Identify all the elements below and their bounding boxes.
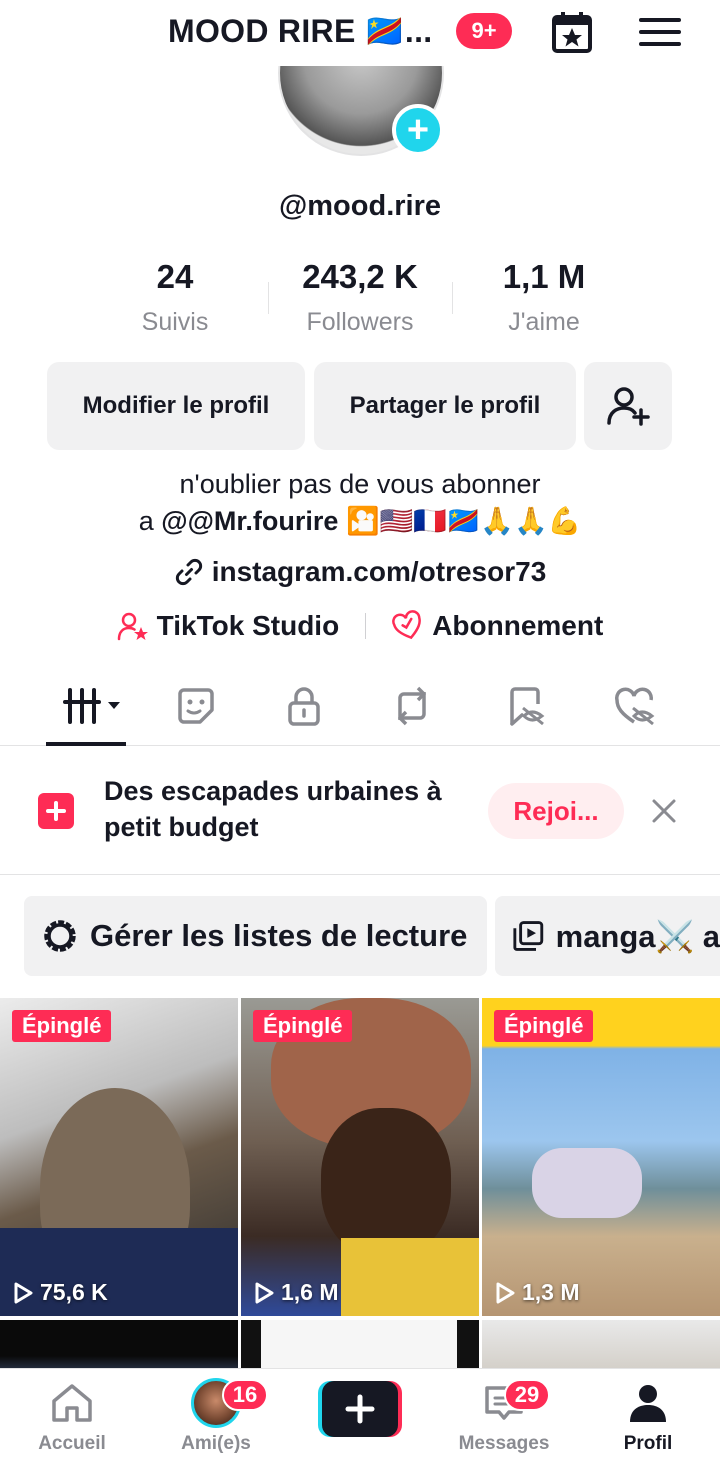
notification-badge[interactable]: 9+ (456, 13, 512, 49)
studio-user-star-icon (117, 612, 148, 641)
nav-home-label: Accueil (38, 1433, 106, 1454)
home-icon (52, 1384, 92, 1422)
account-switcher-title[interactable]: MOOD RIRE 🇨🇩... (168, 12, 433, 50)
thumbnail-shirt (341, 1238, 479, 1316)
top-bar: MOOD RIRE 🇨🇩... 9+ (0, 0, 720, 66)
likes-count: 1,1 M (502, 258, 586, 295)
add-user-icon (607, 387, 650, 426)
followers-count: 243,2 K (302, 258, 418, 295)
video-thumbnail[interactable]: Épinglé 1,3 M (482, 998, 720, 1316)
create-plus-button[interactable] (318, 1381, 402, 1437)
nav-home[interactable]: Accueil (12, 1379, 132, 1455)
bio-line-2: a @@Mr.fourire 🎦🇺🇸🇫🇷🇨🇩🙏🙏💪 (0, 503, 720, 540)
profile-link[interactable]: instagram.com/otresor73 (0, 556, 720, 588)
menu-icon[interactable] (636, 8, 684, 56)
bookmark-hidden-tab-icon[interactable] (504, 684, 548, 728)
bio-prefix: a (138, 506, 162, 536)
following-count: 24 (156, 258, 194, 295)
active-tab-indicator (46, 742, 126, 746)
pinned-badge: Épinglé (253, 1010, 353, 1042)
nav-profile-label: Profil (623, 1433, 673, 1454)
stat-followers[interactable]: 243,2 K Followers (260, 258, 460, 337)
play-icon (14, 1282, 33, 1303)
view-count-value: 75,6 K (40, 1279, 108, 1305)
divider (365, 613, 367, 639)
friends-badge: 16 (222, 1379, 268, 1411)
creator-tools-row: TikTok Studio Abonnement (0, 610, 720, 642)
bottom-navigation: Accueil 16 Ami(e)s 29 Messages Profil (0, 1368, 720, 1462)
bio-emojis: 🎦🇺🇸🇫🇷🇨🇩🙏🙏💪 (338, 506, 582, 536)
gear-icon (44, 920, 76, 952)
community-plus-icon (38, 793, 74, 829)
community-promo-banner: Des escapades urbaines à petit budget Re… (0, 747, 720, 875)
calendar-star-icon[interactable] (548, 8, 596, 56)
close-icon[interactable] (650, 797, 678, 825)
lock-tab-icon[interactable] (282, 684, 326, 728)
stat-following[interactable]: 24 Suivis (75, 258, 275, 337)
view-count: 75,6 K (12, 1279, 108, 1306)
subscription-label: Abonnement (432, 610, 604, 641)
tiktok-studio-label: TikTok Studio (156, 610, 340, 641)
nav-messages-label: Messages (458, 1433, 550, 1454)
view-count: 1,6 M (253, 1279, 339, 1306)
playlist-icon (513, 921, 544, 951)
pinned-badge: Épinglé (12, 1010, 112, 1042)
bio-line-1: n'oublier pas de vous abonner (179, 469, 541, 499)
thumbnail-face (321, 1108, 451, 1258)
link-icon (175, 558, 202, 586)
edit-profile-button[interactable]: Modifier le profil (47, 362, 305, 450)
view-count-value: 1,3 M (522, 1279, 580, 1305)
add-avatar-plus-icon[interactable]: + (392, 104, 444, 156)
likes-label: J'aime (508, 308, 580, 336)
stat-likes[interactable]: 1,1 M J'aime (444, 258, 644, 337)
messages-badge: 29 (504, 1379, 550, 1411)
video-thumbnail[interactable]: Épinglé 75,6 K (0, 998, 238, 1316)
play-icon (496, 1282, 515, 1303)
nav-friends-label: Ami(e)s (181, 1433, 251, 1454)
liked-hidden-tab-icon[interactable] (612, 684, 656, 728)
add-friend-button[interactable] (584, 362, 672, 450)
subscription-link[interactable]: Abonnement (392, 610, 603, 642)
video-thumbnail[interactable]: Épinglé 1,6 M (241, 998, 479, 1316)
bio-mention[interactable]: @@Mr.fourire (161, 506, 338, 536)
sticker-tab-icon[interactable] (174, 684, 218, 728)
nav-friends[interactable]: 16 Ami(e)s (156, 1378, 276, 1455)
playlist-label: manga⚔️ a (555, 918, 720, 954)
share-profile-button[interactable]: Partager le profil (314, 362, 576, 450)
profile-link-text: instagram.com/otresor73 (211, 556, 547, 587)
subscription-heart-icon (392, 610, 422, 640)
videos-grid-tab-icon[interactable] (62, 684, 126, 728)
profile-icon (630, 1385, 666, 1422)
manage-playlists-button[interactable]: Gérer les listes de lecture (24, 896, 487, 976)
following-label: Suivis (141, 308, 209, 336)
nav-profile[interactable]: Profil (588, 1379, 708, 1455)
nav-messages[interactable]: 29 Messages (444, 1379, 564, 1455)
username: @mood.rire (278, 190, 442, 222)
view-count: 1,3 M (494, 1279, 580, 1306)
thumbnail-swing (532, 1148, 642, 1218)
view-count-value: 1,6 M (281, 1279, 339, 1305)
manage-playlists-label: Gérer les listes de lecture (90, 918, 468, 953)
play-icon (255, 1282, 274, 1303)
promo-text: Des escapades urbaines à petit budget (104, 776, 442, 842)
repost-tab-icon[interactable] (390, 684, 434, 728)
followers-label: Followers (306, 308, 414, 336)
pinned-badge: Épinglé (494, 1010, 594, 1042)
tiktok-studio-link[interactable]: TikTok Studio (117, 610, 340, 642)
join-button[interactable]: Rejoi... (488, 783, 624, 839)
playlist-chip[interactable]: manga⚔️ a (495, 896, 720, 976)
profile-tabs (0, 666, 720, 746)
